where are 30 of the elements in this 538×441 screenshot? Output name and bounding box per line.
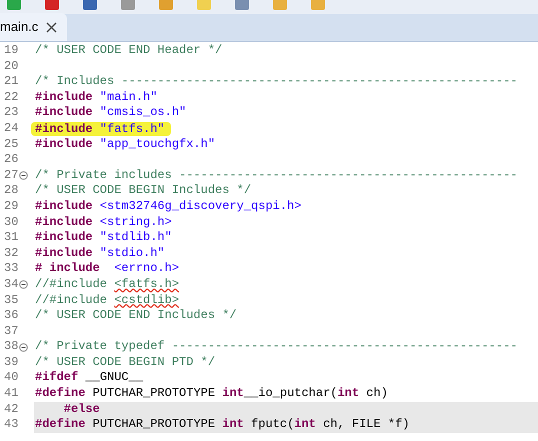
line-number: 25: [4, 136, 18, 152]
line-number: 42: [4, 402, 18, 418]
line-number: 40: [4, 370, 18, 386]
editor-tab[interactable]: main.c: [0, 13, 68, 41]
line-number: 36: [4, 308, 18, 324]
fold-icon[interactable]: [19, 280, 28, 290]
line-number: 24: [4, 120, 18, 137]
line-number: 38: [4, 339, 18, 355]
fold-icon[interactable]: [19, 342, 28, 352]
line-number: 32: [4, 246, 18, 262]
line-number: 30: [4, 214, 18, 230]
line-number: 37: [4, 324, 18, 340]
line-number: 28: [4, 183, 18, 199]
line-number: 43: [4, 417, 18, 433]
line-number: 21: [4, 74, 18, 90]
line-number: 20: [4, 58, 18, 74]
line-number: 39: [4, 354, 18, 370]
line-number: 26: [4, 152, 18, 168]
line-number: 29: [4, 198, 18, 215]
line-number: 27: [4, 168, 18, 184]
line-number: 33: [4, 261, 18, 277]
line-number: 22: [4, 90, 18, 106]
fold-icon[interactable]: [19, 171, 28, 180]
line-number: 34: [4, 276, 18, 292]
line-number: 41: [4, 386, 18, 402]
line-number: 23: [4, 105, 18, 121]
line-number: 19: [4, 43, 18, 59]
line-number: 35: [4, 292, 18, 308]
line-number: 31: [4, 230, 18, 246]
close-icon[interactable]: [46, 22, 58, 32]
